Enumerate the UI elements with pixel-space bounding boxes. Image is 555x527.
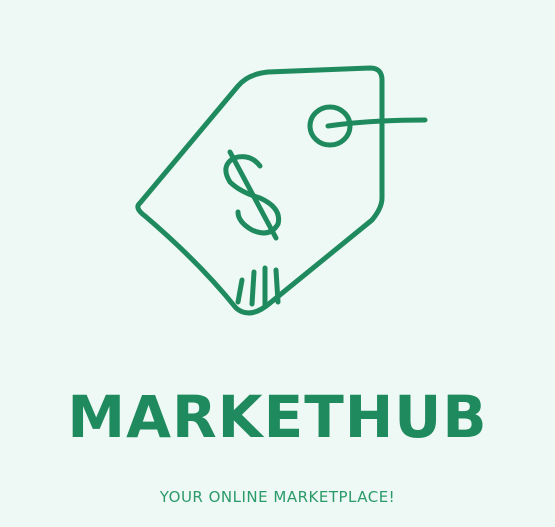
brand-name: MARKETHUB: [67, 383, 488, 451]
dollar-sign-icon: [223, 149, 282, 241]
brand-tagline: YOUR ONLINE MARKETPLACE!: [159, 488, 396, 506]
logo: MARKETHUB YOUR ONLINE MARKETPLACE!: [0, 0, 555, 527]
price-tag-icon: [120, 58, 450, 333]
